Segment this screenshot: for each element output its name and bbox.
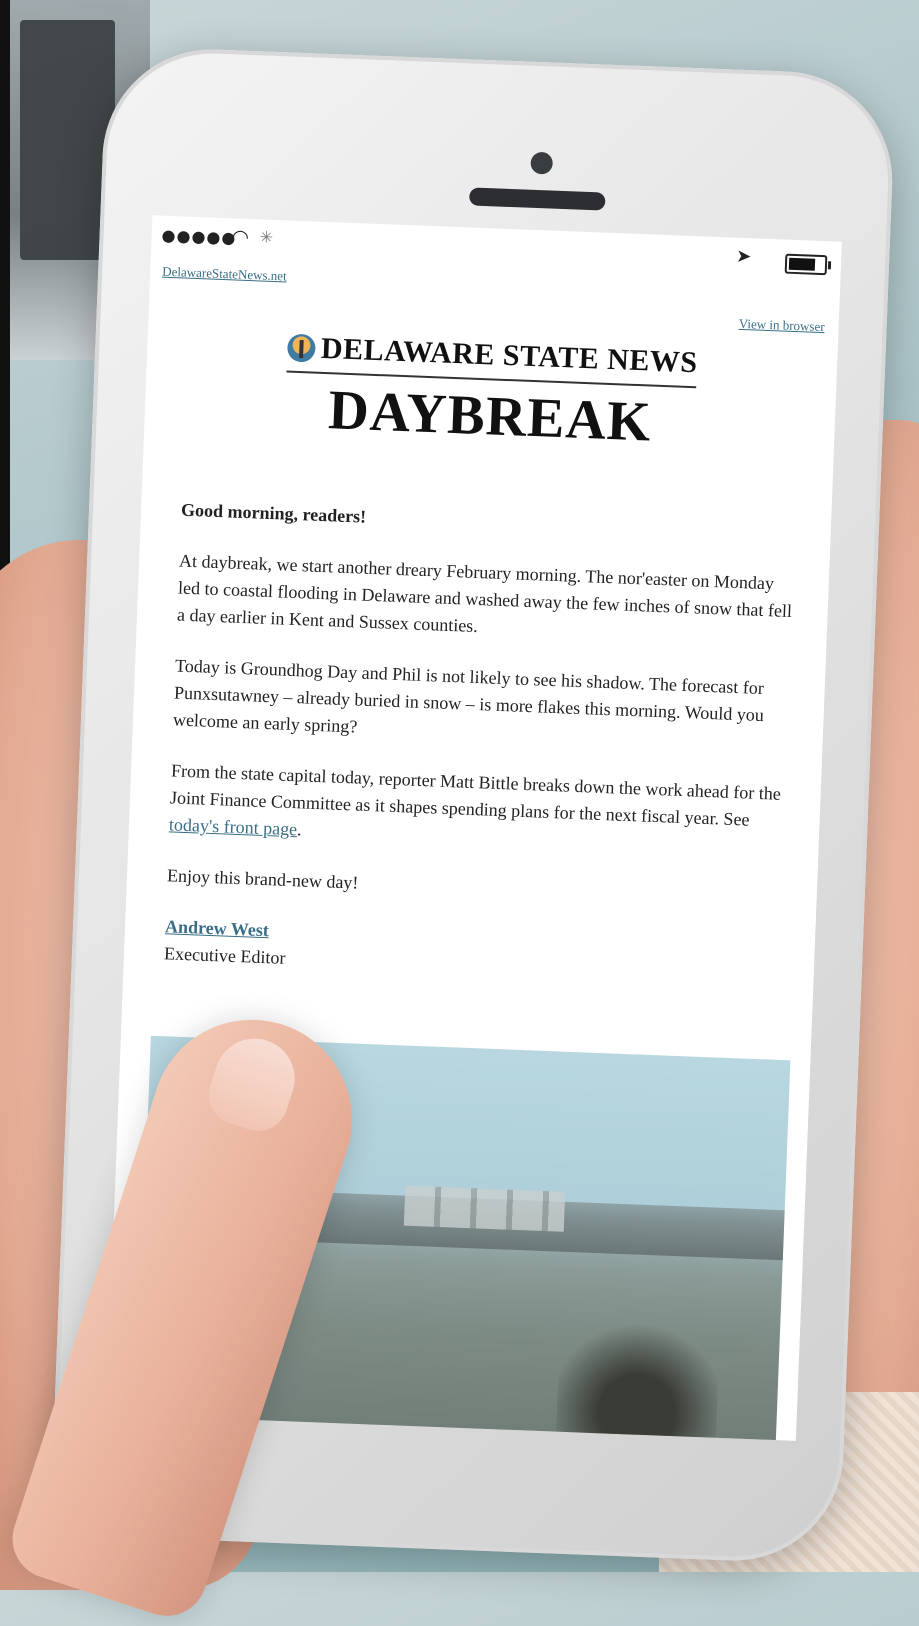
newsletter-title: DAYBREAK	[327, 379, 653, 454]
email-body: Good morning, readers! At daybreak, we s…	[164, 497, 802, 991]
photo-houses	[403, 1185, 566, 1232]
brand-name: DELAWARE STATE NEWS	[320, 331, 699, 380]
signal-strength-icon: ●●●●●	[161, 225, 237, 248]
paragraph-weather: At daybreak, we start another dreary Feb…	[176, 550, 793, 637]
earpiece-speaker	[469, 187, 606, 211]
lighthouse-logo-icon	[286, 333, 316, 363]
front-camera	[530, 151, 554, 175]
masthead: DELAWARE STATE NEWS DAYBREAK	[144, 325, 838, 461]
photo-bare-bush	[555, 1311, 721, 1441]
wifi-icon: ◠	[231, 224, 250, 249]
signature: Andrew West Executive Editor	[164, 913, 786, 991]
view-in-browser-link[interactable]: View in browser	[738, 316, 825, 335]
closing-line: Enjoy this brand-new day!	[166, 865, 359, 893]
paragraph-capital-end: .	[296, 819, 303, 840]
location-arrow-icon: ➤	[735, 245, 752, 268]
paragraph-groundhog: Today is Groundhog Day and Phil is not l…	[172, 655, 765, 737]
activity-spinner-icon: ✳	[259, 227, 274, 247]
paragraph-capital: From the state capital today, reporter M…	[168, 757, 791, 862]
front-page-link[interactable]: today's front page	[169, 814, 298, 839]
greeting: Good morning, readers!	[180, 499, 367, 527]
battery-icon	[784, 253, 832, 276]
site-link[interactable]: DelawareStateNews.net	[162, 264, 287, 285]
fingernail	[201, 1028, 306, 1139]
